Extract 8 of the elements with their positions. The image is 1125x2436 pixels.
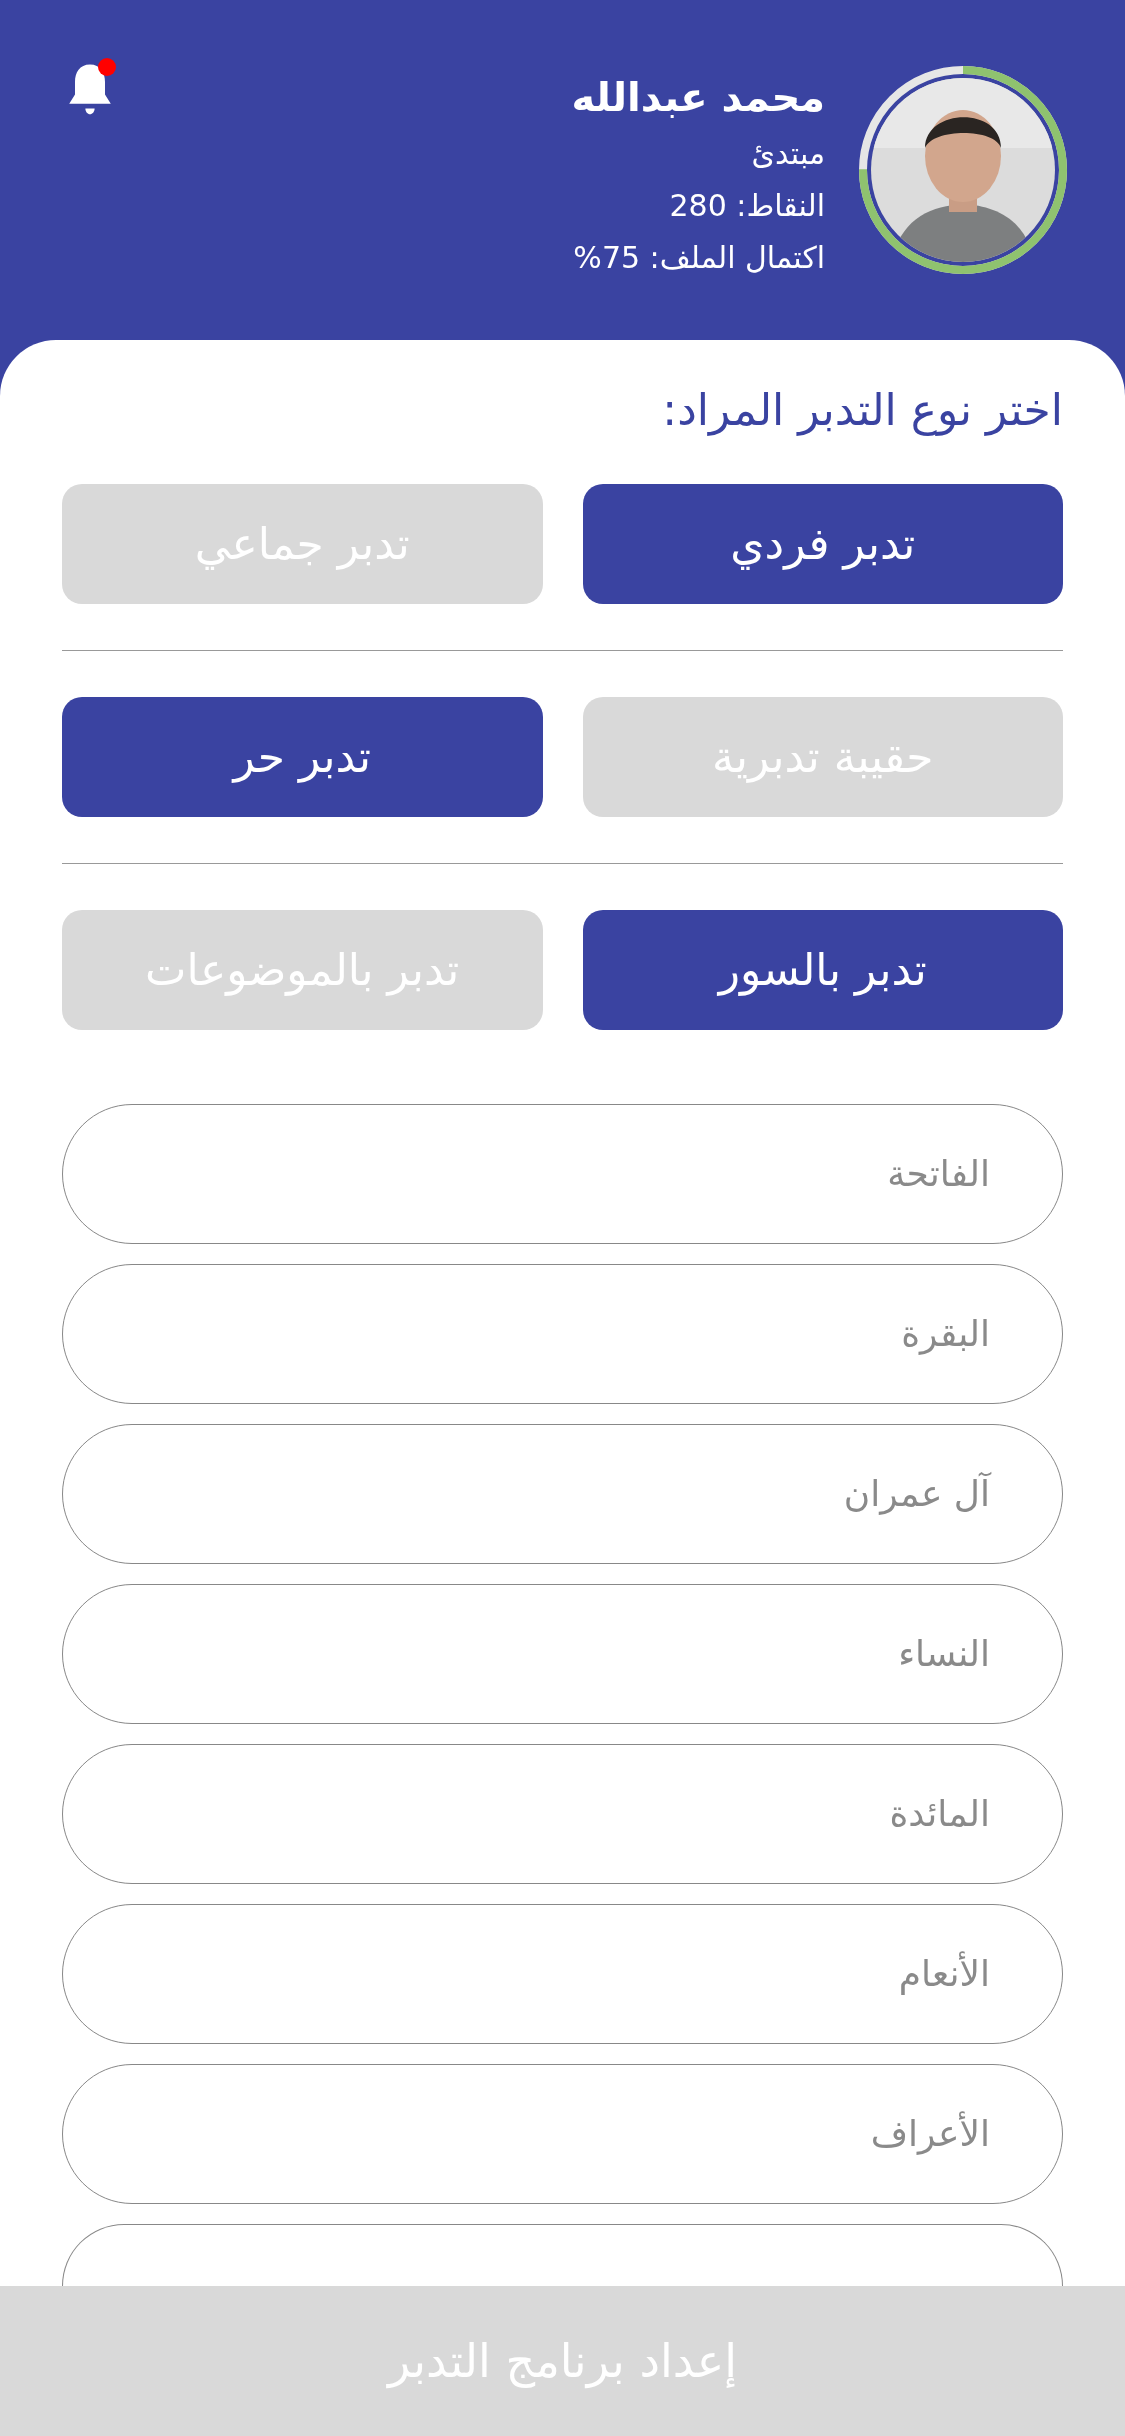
section-title: اختر نوع التدبر المراد:	[661, 383, 1063, 438]
option-button[interactable]: تدبر فردي	[582, 484, 1063, 604]
option-button[interactable]: تدبر حر	[62, 697, 543, 817]
user-points: النقاط: 280	[669, 187, 825, 225]
profile-completion: اكتمال الملف: 75%	[573, 239, 825, 277]
user-name: محمد عبدالله	[571, 73, 825, 122]
option-button[interactable]: تدبر بالسور	[582, 910, 1063, 1030]
user-rank: مبتدئ	[751, 135, 825, 173]
